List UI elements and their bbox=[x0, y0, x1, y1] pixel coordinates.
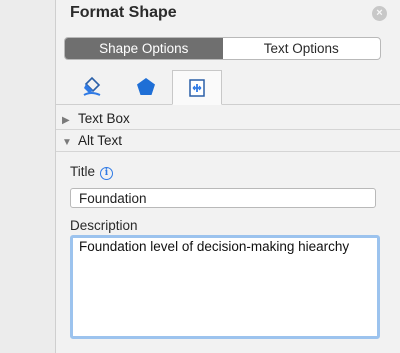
chevron-right-icon: ▶ bbox=[62, 115, 70, 126]
info-icon[interactable]: i bbox=[100, 167, 114, 180]
panel-title: Format Shape bbox=[70, 4, 177, 21]
close-icon[interactable]: × bbox=[372, 6, 387, 21]
text-box-section-header[interactable]: ▶ Text Box bbox=[56, 108, 400, 130]
chevron-down-icon: ▼ bbox=[62, 137, 72, 148]
description-field-label: Description bbox=[70, 218, 138, 233]
fill-bucket-icon[interactable] bbox=[68, 70, 116, 104]
text-box-label: Text Box bbox=[78, 111, 130, 126]
options-segmented-control: Shape Options Text Options bbox=[64, 37, 381, 60]
alt-text-description-field[interactable]: Foundation level of decision-making hiea… bbox=[70, 235, 380, 339]
left-document-area bbox=[0, 0, 56, 353]
pentagon-effects-icon[interactable] bbox=[122, 70, 170, 104]
alt-text-section-header[interactable]: ▼ Alt Text bbox=[56, 130, 400, 152]
title-field-label: Title i bbox=[70, 164, 114, 180]
title-label-text: Title bbox=[70, 164, 96, 179]
text-options-tab[interactable]: Text Options bbox=[223, 38, 381, 59]
property-icon-tabs bbox=[56, 70, 400, 105]
alt-text-title-field[interactable]: Foundation bbox=[70, 188, 376, 208]
format-shape-panel: Format Shape × Shape Options Text Option… bbox=[56, 0, 400, 353]
shape-options-tab[interactable]: Shape Options bbox=[65, 38, 223, 59]
size-properties-icon[interactable] bbox=[172, 70, 222, 105]
alt-text-label: Alt Text bbox=[78, 133, 123, 148]
